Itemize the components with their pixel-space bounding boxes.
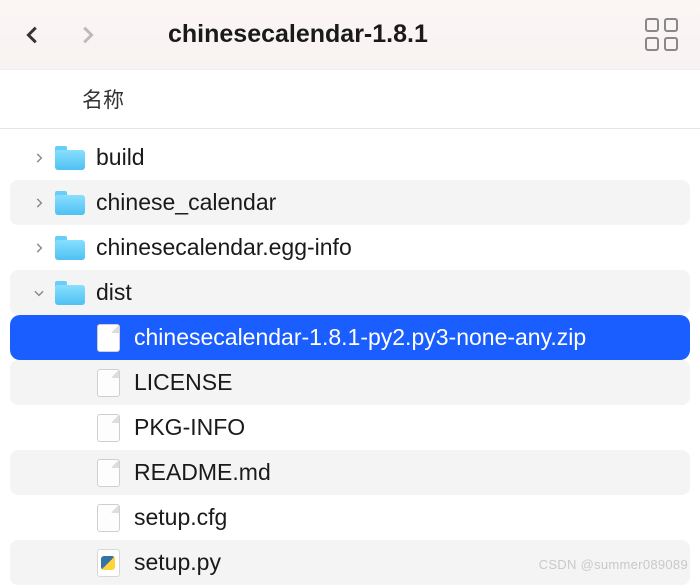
file-row[interactable]: setup.cfg	[10, 495, 690, 540]
chevron-right-icon[interactable]	[32, 151, 46, 165]
file-row[interactable]: LICENSE	[10, 360, 690, 405]
folder-icon	[54, 234, 86, 262]
file-name-label: setup.cfg	[134, 504, 227, 531]
file-name-label: dist	[96, 279, 132, 306]
python-file-icon	[92, 549, 124, 577]
chevron-down-icon[interactable]	[32, 286, 46, 300]
file-row[interactable]: dist	[10, 270, 690, 315]
column-header[interactable]: 名称	[0, 70, 700, 129]
column-name-label: 名称	[82, 84, 124, 114]
chevron-right-icon[interactable]	[32, 241, 46, 255]
file-icon	[92, 459, 124, 487]
folder-icon	[54, 144, 86, 172]
file-icon	[92, 414, 124, 442]
file-name-label: build	[96, 144, 145, 171]
file-icon	[92, 504, 124, 532]
back-icon[interactable]	[22, 24, 44, 46]
file-icon	[92, 369, 124, 397]
file-name-label: setup.py	[134, 549, 221, 576]
watermark: CSDN @summer089089	[539, 557, 688, 572]
file-name-label: chinesecalendar-1.8.1-py2.py3-none-any.z…	[134, 324, 586, 351]
path-title: chinesecalendar-1.8.1	[168, 20, 428, 49]
file-name-label: chinese_calendar	[96, 189, 276, 216]
file-row[interactable]: chinesecalendar-1.8.1-py2.py3-none-any.z…	[10, 315, 690, 360]
file-row[interactable]: PKG-INFO	[10, 405, 690, 450]
file-row[interactable]: chinese_calendar	[10, 180, 690, 225]
folder-icon	[54, 189, 86, 217]
file-list: build chinese_calendar chinesecalendar.egg…	[0, 129, 700, 585]
forward-icon[interactable]	[76, 24, 98, 46]
folder-icon	[54, 279, 86, 307]
file-name-label: PKG-INFO	[134, 414, 245, 441]
file-name-label: LICENSE	[134, 369, 232, 396]
file-row[interactable]: build	[10, 135, 690, 180]
toolbar: chinesecalendar-1.8.1	[0, 0, 700, 70]
file-row[interactable]: README.md	[10, 450, 690, 495]
file-row[interactable]: chinesecalendar.egg-info	[10, 225, 690, 270]
nav-buttons	[22, 24, 98, 46]
file-name-label: chinesecalendar.egg-info	[96, 234, 352, 261]
chevron-right-icon[interactable]	[32, 196, 46, 210]
file-name-label: README.md	[134, 459, 271, 486]
view-grid-icon[interactable]	[645, 18, 678, 51]
file-icon	[92, 324, 124, 352]
